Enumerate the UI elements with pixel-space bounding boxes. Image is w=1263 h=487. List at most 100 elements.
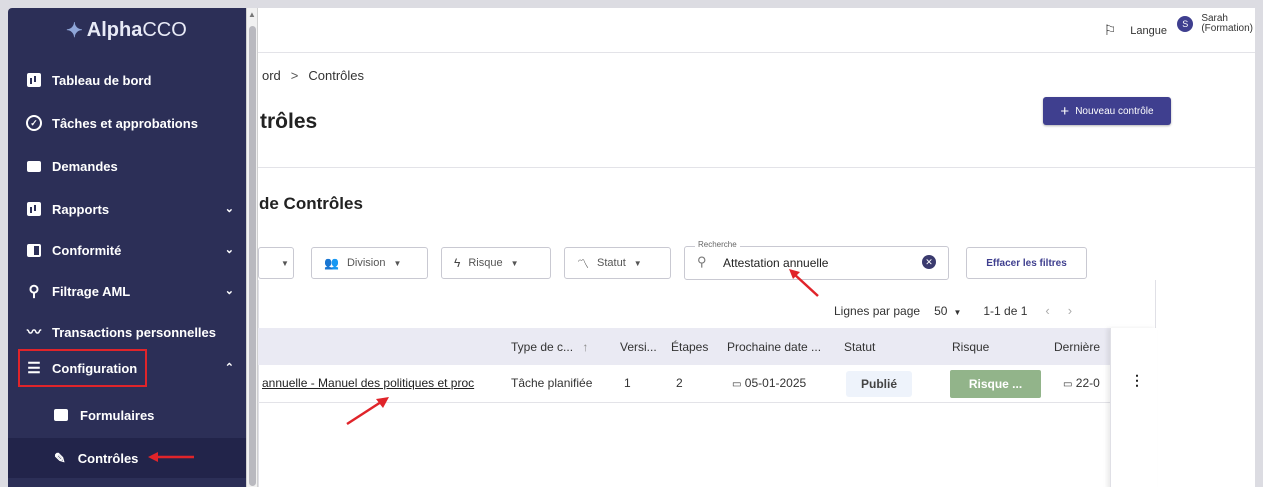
search-icon: ⚲ xyxy=(28,283,40,300)
sidebar-item-label: Demandes xyxy=(52,158,118,174)
filter-partial[interactable]: ▼ xyxy=(258,247,294,279)
sidebar-item-tableau-de-bord[interactable]: Tableau de bord xyxy=(8,60,246,100)
page-title: trôles xyxy=(260,110,318,133)
annotation-arrow xyxy=(346,397,389,426)
filter-risque[interactable]: ϟ Risque ▼ xyxy=(441,247,551,279)
sidebar-item-transactions[interactable]: 〰 Transactions personnelles xyxy=(8,312,246,352)
chevron-down-icon: ⌄ xyxy=(224,244,234,256)
sidebar-item-label: Tableau de bord xyxy=(52,72,152,88)
search-label: Recherche xyxy=(695,240,740,249)
sidebar-item-rapports[interactable]: Rapports ⌄ xyxy=(8,189,246,229)
cell-type: Tâche planifiée xyxy=(511,376,593,390)
column-header-statut[interactable]: Statut xyxy=(844,340,875,354)
chevron-down-icon: ⌄ xyxy=(224,285,234,297)
next-page-icon[interactable]: › xyxy=(1068,303,1072,318)
sidebar-item-filtrage-aml[interactable]: ⚲ Filtrage AML ⌄ xyxy=(8,271,246,311)
pencil-icon: ✎ xyxy=(54,449,66,466)
filter-division[interactable]: 👥 Division ▼ xyxy=(311,247,428,279)
breadcrumb: ord > Contrôles xyxy=(262,68,364,83)
flag-icon: ⚐ xyxy=(1103,22,1117,38)
sidebar-item-taches[interactable]: ✓ Tâches et approbations xyxy=(8,103,246,143)
chevron-down-icon: ▼ xyxy=(510,258,519,268)
sidebar-item-label: Formulaires xyxy=(80,407,155,423)
cell-etapes: 2 xyxy=(676,376,683,390)
clear-search-icon[interactable]: ✕ xyxy=(922,255,936,269)
avatar: S xyxy=(1177,16,1194,32)
risk-badge[interactable]: Risque ... xyxy=(950,370,1041,398)
calendar-icon: ▭ xyxy=(732,379,742,390)
sidebar-subitem-formulaires[interactable]: Formulaires xyxy=(8,395,246,435)
more-options-icon[interactable]: ⋮ xyxy=(1130,372,1144,389)
language-selector[interactable]: ⚐ Langue xyxy=(1104,22,1167,39)
bolt-icon: ϟ xyxy=(454,256,461,270)
chart-icon xyxy=(26,201,42,217)
app-logo[interactable]: ✦ Alpha CCO xyxy=(66,14,187,46)
app-window: ✦ Alpha CCO Tableau de bord ✓ Tâches et a… xyxy=(8,8,1255,487)
new-control-label: Nouveau contrôle xyxy=(1075,105,1154,117)
chart-line-icon: 〽 xyxy=(577,256,590,271)
new-control-button[interactable]: + Nouveau contrôle xyxy=(1043,97,1171,125)
cell-version: 1 xyxy=(624,376,631,390)
chevron-up-icon: ⌃ xyxy=(224,362,234,374)
filter-label: Division xyxy=(346,257,386,269)
scroll-up-icon[interactable]: ▲ xyxy=(248,10,256,19)
control-name-link[interactable]: annuelle - Manuel des politiques et proc xyxy=(262,376,474,390)
people-icon: 👥 xyxy=(324,256,339,270)
sidebar-item-demandes[interactable]: Demandes xyxy=(8,146,246,186)
user-menu[interactable]: S Sarah (Formation) xyxy=(1177,14,1253,34)
sidebar-item-conformite[interactable]: Conformité ⌄ xyxy=(8,230,246,270)
top-bar: ⚐ Langue S Sarah (Formation) xyxy=(258,8,1255,53)
pagination: Lignes par page 50 ▼ 1-1 de 1 ‹ › xyxy=(834,303,1072,318)
logo-text-prefix: Alpha xyxy=(86,18,143,41)
sort-up-icon[interactable]: ↑ xyxy=(582,340,588,354)
dashboard-icon xyxy=(26,72,42,88)
sidebar-item-label: Conformité xyxy=(52,242,122,258)
sidebar: ✦ Alpha CCO Tableau de bord ✓ Tâches et a… xyxy=(8,8,246,487)
language-label: Langue xyxy=(1130,24,1167,37)
prev-page-icon[interactable]: ‹ xyxy=(1045,303,1049,318)
sidebar-item-label: Tâches et approbations xyxy=(52,115,198,131)
check-circle-icon: ✓ xyxy=(26,115,42,131)
cell-prochaine-date: ▭ 05-01-2025 xyxy=(732,376,807,390)
sidebar-item-label: Transactions personnelles xyxy=(52,324,217,340)
page-range: 1-1 de 1 xyxy=(983,303,1028,318)
chat-icon xyxy=(26,158,42,174)
rows-per-page-label: Lignes par page xyxy=(834,303,921,318)
filter-label: Statut xyxy=(597,257,626,269)
column-header-etapes[interactable]: Étapes xyxy=(671,340,708,354)
chevron-down-icon: ▼ xyxy=(393,258,402,268)
sidebar-subitem-controles[interactable]: ✎ Contrôles xyxy=(8,438,246,478)
column-header-derniere[interactable]: Dernière xyxy=(1054,340,1100,354)
column-header-version[interactable]: Versi... xyxy=(620,340,657,354)
cell-derniere: ▭ 22-0 xyxy=(1063,376,1100,390)
section-title: de Contrôles xyxy=(259,194,363,213)
scroll-thumb[interactable] xyxy=(249,26,256,486)
filter-statut[interactable]: 〽 Statut ▼ xyxy=(564,247,671,279)
rows-per-page-select[interactable]: 50 ▼ xyxy=(934,304,961,318)
user-role: (Formation) xyxy=(1201,23,1253,34)
breadcrumb-separator: > xyxy=(290,68,299,83)
actions-column: ⋮ xyxy=(1110,328,1157,487)
sidebar-item-label: Rapports xyxy=(52,201,110,217)
trend-icon: 〰 xyxy=(27,324,41,340)
chevron-down-icon: ▼ xyxy=(281,258,289,268)
highlight-box xyxy=(18,349,147,387)
status-badge: Publié xyxy=(846,371,912,397)
logo-icon: ✦ xyxy=(66,19,83,42)
clear-filters-button[interactable]: Effacer les filtres xyxy=(966,247,1087,279)
sidebar-item-label: Contrôles xyxy=(77,450,139,466)
column-header-risque[interactable]: Risque xyxy=(952,340,989,354)
column-header-prochaine-date[interactable]: Prochaine date ... xyxy=(727,340,821,354)
sidebar-scrollbar[interactable]: ▲ xyxy=(246,8,258,487)
column-header-type[interactable]: Type de c... ↑ xyxy=(511,340,588,354)
breadcrumb-parent[interactable]: ord xyxy=(262,68,281,83)
calendar-icon: ▭ xyxy=(1063,379,1073,390)
plus-icon: + xyxy=(1060,102,1070,120)
book-icon xyxy=(26,242,42,258)
logo-text-suffix: CCO xyxy=(142,18,187,41)
chevron-down-icon: ▼ xyxy=(633,258,642,268)
search-icon: ⚲ xyxy=(697,254,707,269)
sidebar-item-label: Filtrage AML xyxy=(52,283,131,299)
chevron-down-icon: ⌄ xyxy=(224,203,234,215)
divider xyxy=(258,167,1255,168)
